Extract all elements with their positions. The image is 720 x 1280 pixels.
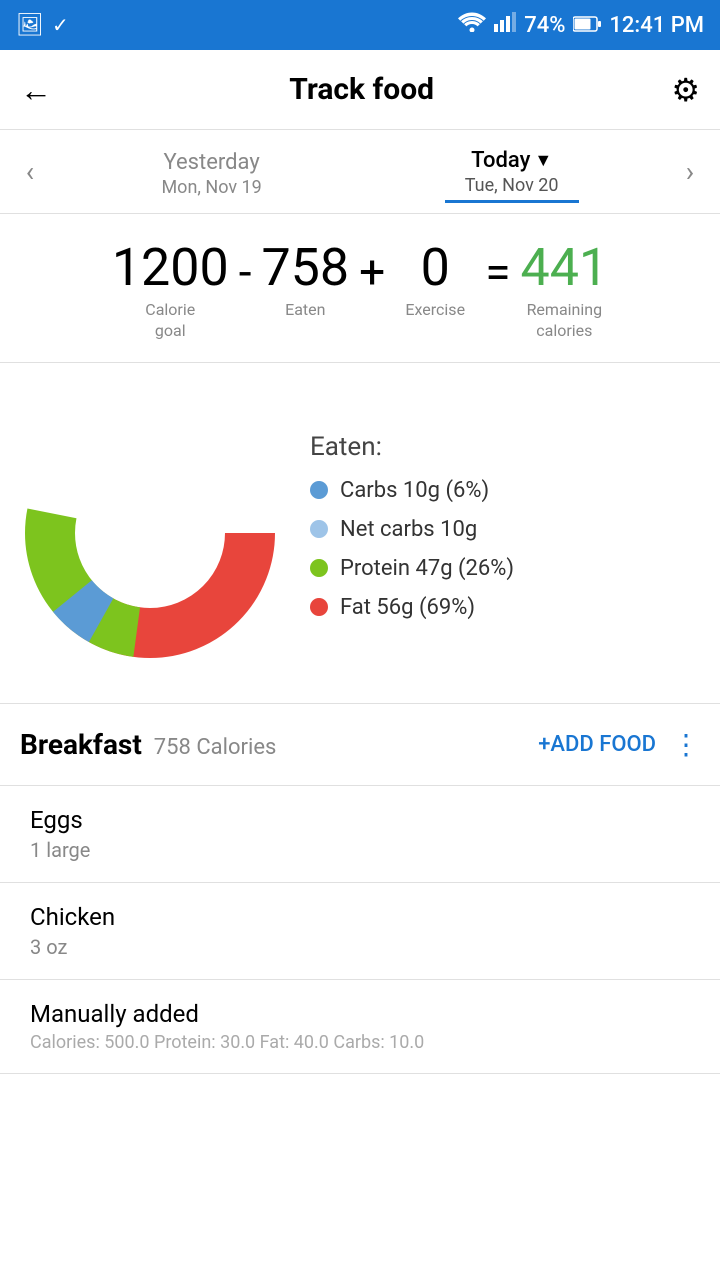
today-sub: Tue, Nov 20 xyxy=(465,175,559,196)
status-right: 74% 12:41 PM xyxy=(458,12,704,38)
remaining-item: 441 Remainingcalories xyxy=(520,242,608,342)
yesterday-sub: Mon, Nov 19 xyxy=(161,177,261,198)
app-bar: ← Track food ⚙ xyxy=(0,50,720,130)
calorie-goal-item: 1200 Caloriegoal xyxy=(112,242,229,342)
time: 12:41 PM xyxy=(609,13,704,38)
meal-title-group: Breakfast 758 Calories xyxy=(20,728,276,761)
today-dropdown-icon[interactable]: ▼ xyxy=(534,150,552,171)
eaten-label: Eaten xyxy=(285,300,325,321)
macro-legend-title: Eaten: xyxy=(310,432,700,462)
food-item-eggs[interactable]: Eggs 1 large xyxy=(0,786,720,883)
exercise-label: Exercise xyxy=(405,300,465,321)
protein-label: Protein 47g (26%) xyxy=(340,556,514,581)
calorie-goal-value: 1200 xyxy=(112,242,229,294)
check-icon: ✓ xyxy=(52,13,69,37)
date-nav-content: Yesterday Mon, Nov 19 Today ▼ Tue, Nov 2… xyxy=(60,140,660,203)
legend-carbs: Carbs 10g (6%) xyxy=(310,478,700,503)
next-day-button[interactable]: › xyxy=(660,155,720,188)
food-item-chicken[interactable]: Chicken 3 oz xyxy=(0,883,720,980)
yesterday-date[interactable]: Yesterday Mon, Nov 19 xyxy=(141,142,281,202)
food-detail-chicken: 3 oz xyxy=(30,935,700,959)
exercise-value: 0 xyxy=(421,242,450,294)
food-name-manually-added: Manually added xyxy=(30,1000,700,1028)
carbs-dot xyxy=(310,481,328,499)
net-carbs-dot xyxy=(310,520,328,538)
eaten-value: 758 xyxy=(261,242,349,294)
meal-header: Breakfast 758 Calories +ADD FOOD ⋮ xyxy=(0,704,720,786)
legend-fat: Fat 56g (69%) xyxy=(310,595,700,620)
net-carbs-label: Net carbs 10g xyxy=(340,517,477,542)
battery-icon xyxy=(573,13,601,38)
legend-protein: Protein 47g (26%) xyxy=(310,556,700,581)
signal-icon xyxy=(494,12,516,38)
macro-legend: Eaten: Carbs 10g (6%) Net carbs 10g Prot… xyxy=(310,432,700,634)
status-left: 🖼 ✓ xyxy=(16,13,69,38)
today-date[interactable]: Today ▼ Tue, Nov 20 xyxy=(445,140,579,203)
remaining-value: 441 xyxy=(520,242,608,294)
equals-operator: = xyxy=(475,242,520,300)
today-label: Today ▼ xyxy=(471,148,552,173)
donut-chart xyxy=(10,393,290,673)
fat-label: Fat 56g (69%) xyxy=(340,595,475,620)
battery-text: 74% xyxy=(524,13,565,38)
wifi-icon xyxy=(458,12,486,38)
add-food-button[interactable]: +ADD FOOD xyxy=(538,732,656,757)
plus-operator: + xyxy=(349,242,395,300)
meal-section-breakfast: Breakfast 758 Calories +ADD FOOD ⋮ Eggs … xyxy=(0,704,720,1074)
page-title: Track food xyxy=(289,72,434,107)
food-detail-manually-added: Calories: 500.0 Protein: 30.0 Fat: 40.0 … xyxy=(30,1032,700,1053)
food-item-manually-added[interactable]: Manually added Calories: 500.0 Protein: … xyxy=(0,980,720,1074)
eaten-item: 758 Eaten xyxy=(261,242,349,321)
prev-day-button[interactable]: ‹ xyxy=(0,155,60,188)
date-navigation: ‹ Yesterday Mon, Nov 19 Today ▼ Tue, Nov… xyxy=(0,130,720,214)
more-options-button[interactable]: ⋮ xyxy=(672,728,700,761)
food-name-eggs: Eggs xyxy=(30,806,700,834)
status-bar: 🖼 ✓ 74% 12 xyxy=(0,0,720,50)
minus-operator: - xyxy=(229,242,262,300)
calorie-goal-label: Caloriegoal xyxy=(145,300,195,342)
legend-net-carbs: Net carbs 10g xyxy=(310,517,700,542)
meal-actions: +ADD FOOD ⋮ xyxy=(538,728,700,761)
fat-dot xyxy=(310,598,328,616)
food-detail-eggs: 1 large xyxy=(30,838,700,862)
carbs-label: Carbs 10g (6%) xyxy=(340,478,489,503)
image-icon: 🖼 xyxy=(16,13,44,38)
yesterday-label: Yesterday xyxy=(163,150,259,175)
macro-section: Eaten: Carbs 10g (6%) Net carbs 10g Prot… xyxy=(0,363,720,704)
back-button[interactable]: ← xyxy=(20,71,52,109)
food-name-chicken: Chicken xyxy=(30,903,700,931)
settings-button[interactable]: ⚙ xyxy=(671,71,700,109)
calorie-summary: 1200 Caloriegoal - 758 Eaten + 0 Exercis… xyxy=(0,214,720,363)
remaining-label: Remainingcalories xyxy=(527,300,603,342)
protein-dot xyxy=(310,559,328,577)
exercise-item: 0 Exercise xyxy=(395,242,475,321)
meal-title: Breakfast xyxy=(20,728,142,761)
meal-calories: 758 Calories xyxy=(154,735,277,760)
donut-hole xyxy=(78,461,222,605)
